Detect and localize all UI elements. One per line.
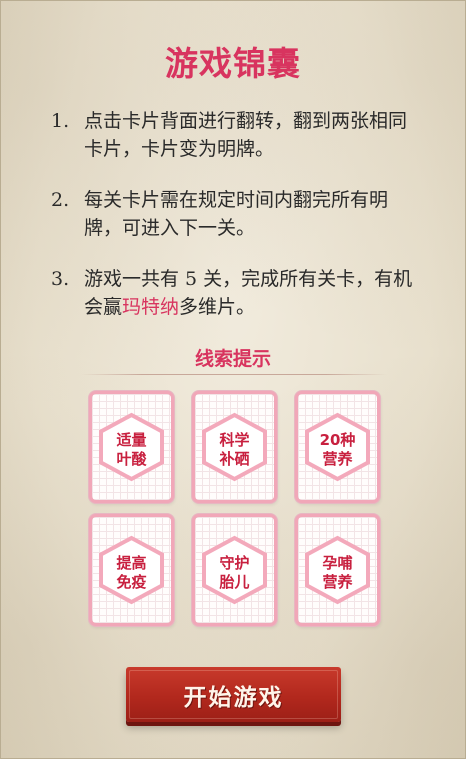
hint-card[interactable]: 20种 营养 xyxy=(295,391,380,503)
hint-card-line: 适量 xyxy=(116,431,147,449)
hint-card[interactable]: 适量 叶酸 xyxy=(89,391,174,503)
hint-card-label: 20种 营养 xyxy=(298,431,377,469)
hint-card-label: 科学 补硒 xyxy=(195,431,274,469)
hint-card-line: 营养 xyxy=(322,450,353,468)
hint-card[interactable]: 科学 补硒 xyxy=(192,391,277,503)
hint-card[interactable]: 守护 胎儿 xyxy=(192,514,277,626)
hint-card-line: 营养 xyxy=(322,573,353,591)
hint-card-line: 守护 xyxy=(219,554,250,572)
hint-card-label: 孕哺 营养 xyxy=(298,554,377,592)
start-game-label: 开始游戏 xyxy=(183,684,284,711)
hint-card-label: 守护 胎儿 xyxy=(195,554,274,592)
hint-card-grid: 适量 叶酸 科学 补硒 20种 营养 提高 免疫 守护 胎儿 孕哺 营养 xyxy=(1,1,465,758)
hint-card[interactable]: 孕哺 营养 xyxy=(295,514,380,626)
hint-card-label: 适量 叶酸 xyxy=(92,431,171,469)
hint-card-line: 科学 xyxy=(219,431,250,449)
hint-card-label: 提高 免疫 xyxy=(92,554,171,592)
start-game-button[interactable]: 开始游戏 xyxy=(126,667,341,722)
hint-card-line: 提高 xyxy=(116,554,147,572)
game-guide-panel: 游戏锦囊 1. 点击卡片背面进行翻转，翻到两张相同卡片，卡片变为明牌。 2. 每… xyxy=(0,0,466,759)
hint-card-line: 免疫 xyxy=(116,573,147,591)
hint-card[interactable]: 提高 免疫 xyxy=(89,514,174,626)
hint-card-line: 20种 xyxy=(319,431,356,449)
hint-card-line: 补硒 xyxy=(219,450,250,468)
hint-card-line: 胎儿 xyxy=(219,573,250,591)
hint-card-line: 叶酸 xyxy=(116,450,147,468)
hint-card-line: 孕哺 xyxy=(322,554,353,572)
